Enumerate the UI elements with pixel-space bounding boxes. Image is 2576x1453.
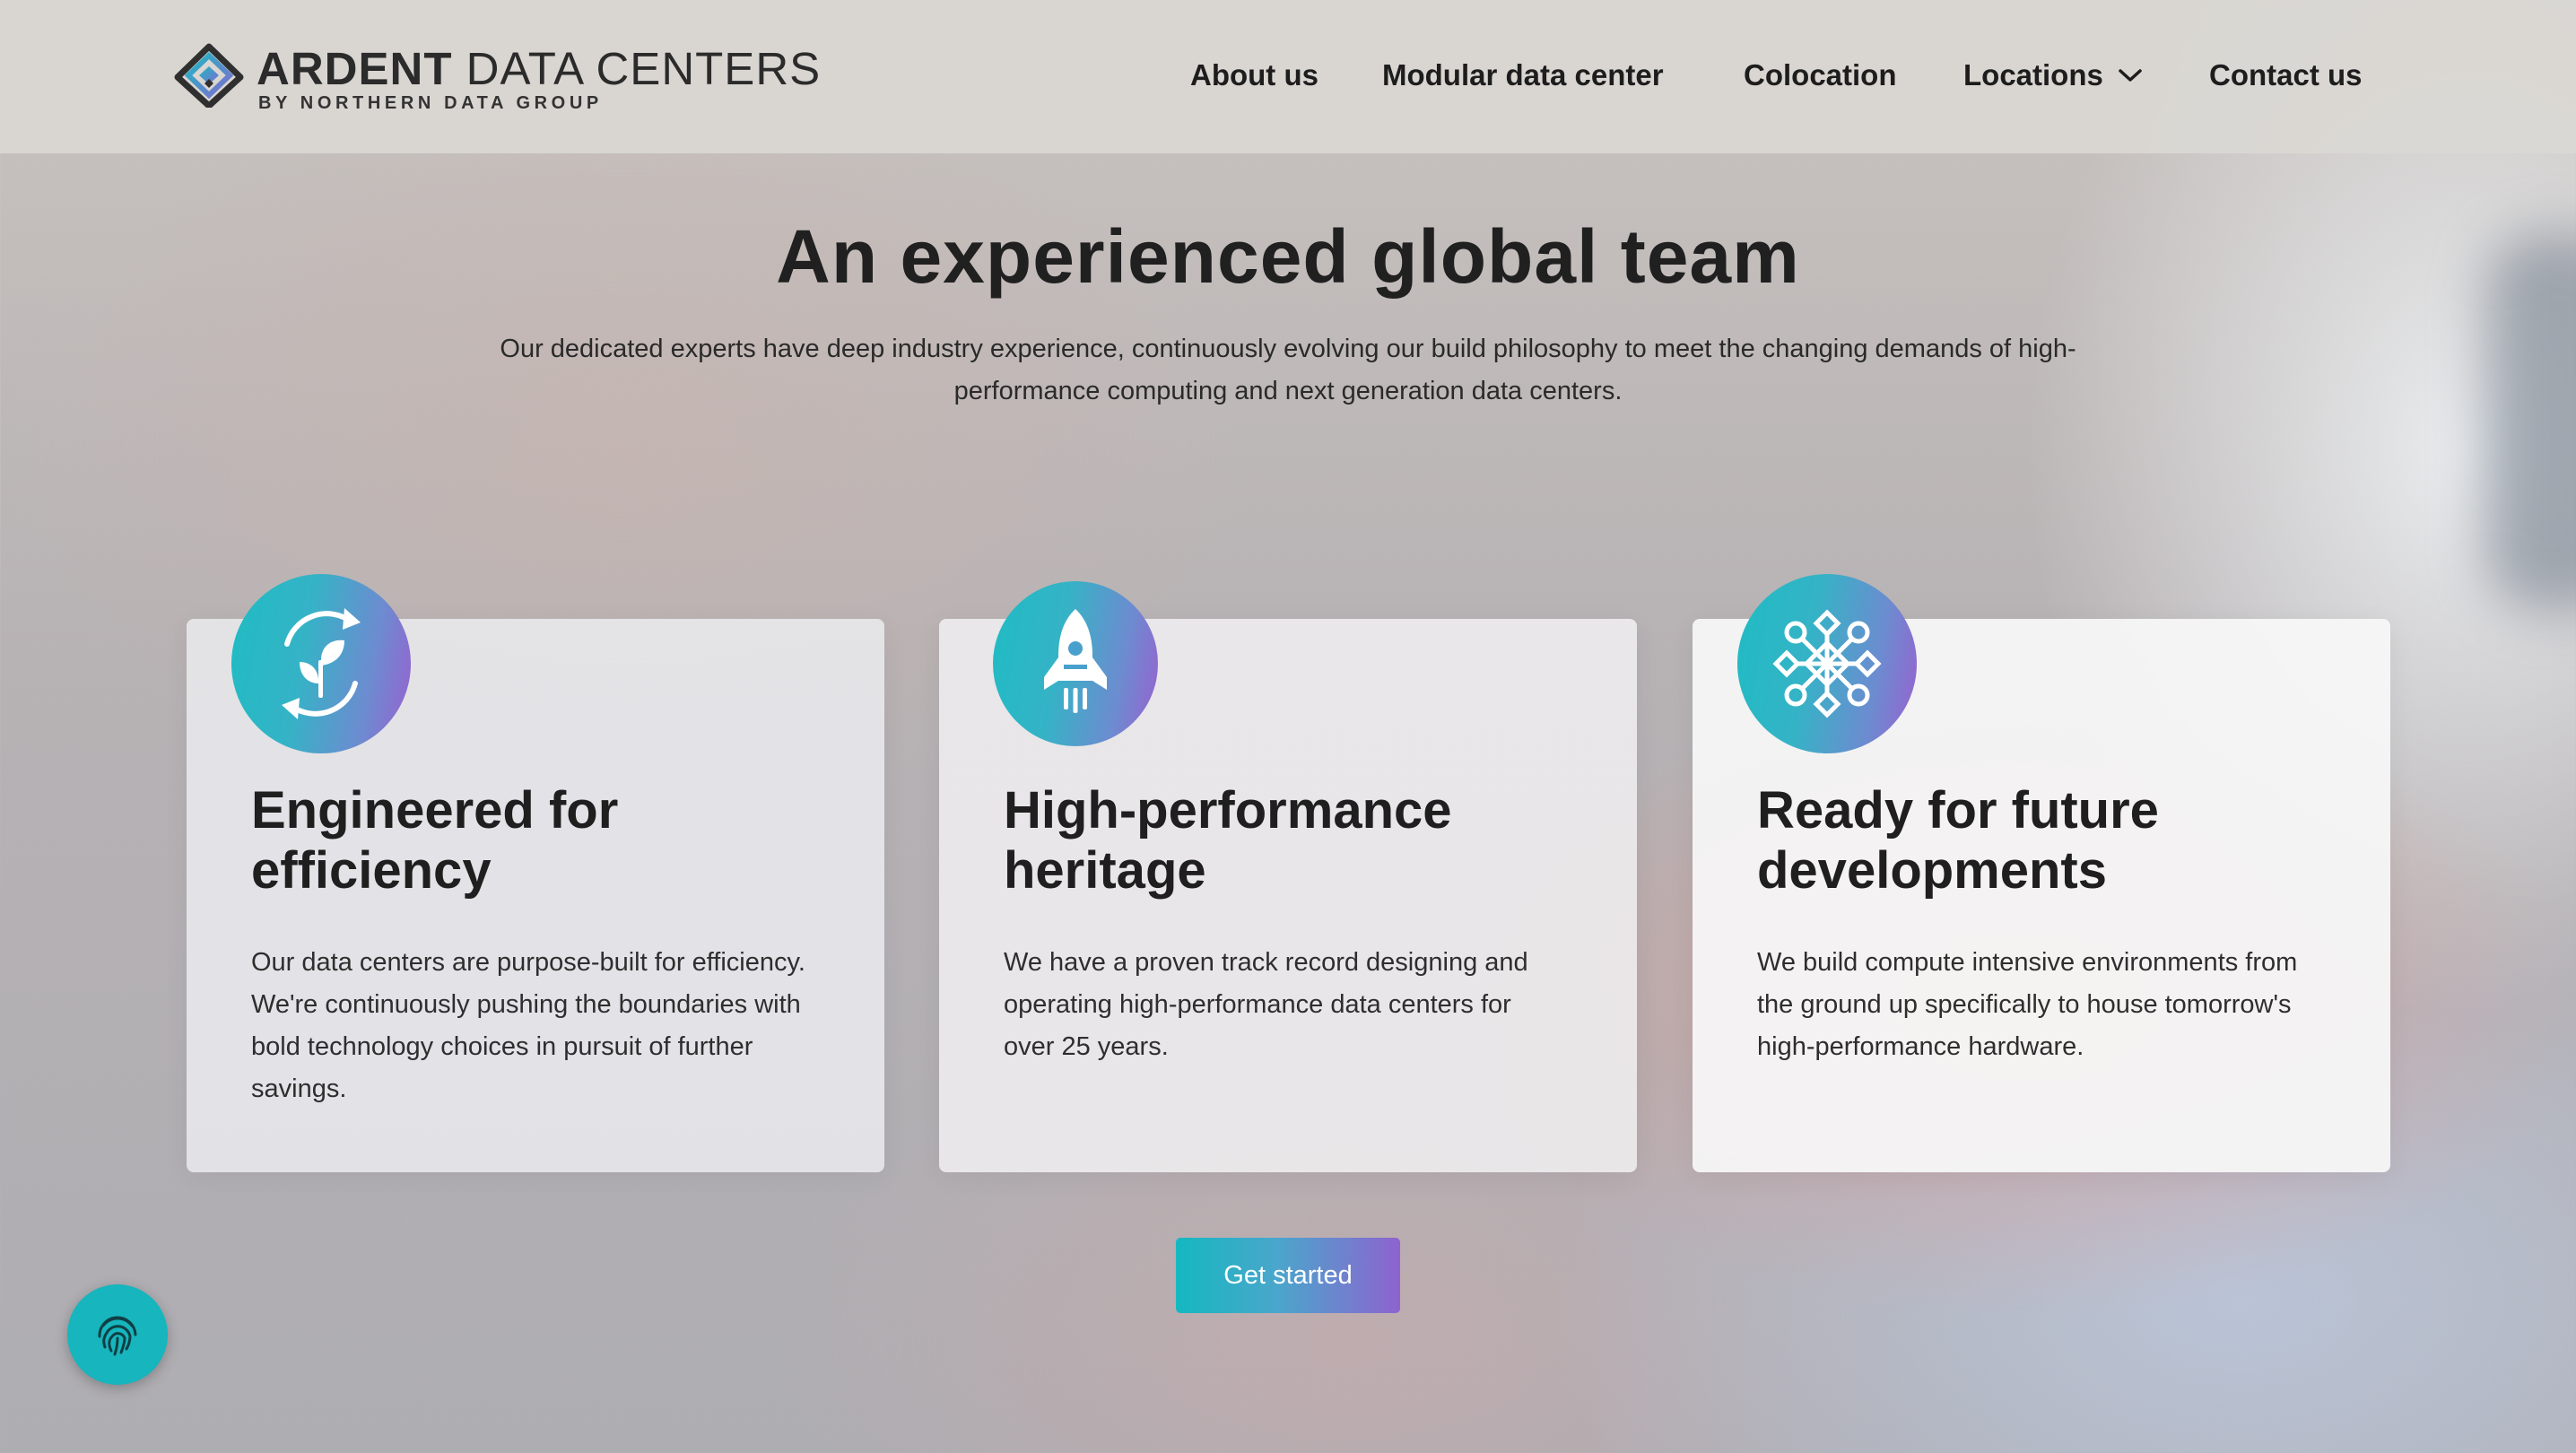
card-text: Our data centers are purpose-built for e… — [251, 948, 805, 1103]
logo-subtitle: BY NORTHERN DATA GROUP — [258, 93, 603, 113]
nav-about-us[interactable]: About us — [1190, 56, 1318, 95]
site-logo[interactable]: ARDENT DATA CENTERS BY NORTHERN DATA GRO… — [174, 43, 838, 113]
privacy-settings-button[interactable] — [67, 1284, 168, 1385]
rocket-icon — [993, 581, 1158, 746]
feature-card-future: Ready for future developments We build c… — [1693, 574, 2390, 1172]
site-header: ARDENT DATA CENTERS BY NORTHERN DATA GRO… — [0, 0, 2576, 153]
chevron-down-icon — [2119, 69, 2142, 83]
nav-colocation[interactable]: Colocation — [1744, 56, 1897, 95]
ardent-logo-icon — [174, 43, 244, 108]
card-title: Ready for future developments — [1757, 781, 2159, 900]
page-title: An experienced global team — [776, 214, 1800, 299]
fingerprint-icon — [98, 1316, 137, 1356]
card-text: We build compute intensive environments … — [1757, 948, 2298, 1061]
feature-card-efficiency: Engineered for efficiency Our data cente… — [187, 574, 884, 1172]
card-title: High-performance heritage — [1004, 781, 1452, 900]
leaf-recycle-icon — [231, 574, 411, 753]
nav-locations-label: Locations — [1963, 58, 2103, 91]
nav-contact-us[interactable]: Contact us — [2209, 56, 2363, 95]
logo-title: ARDENT DATA CENTERS — [257, 43, 822, 94]
nav-modular-data-center[interactable]: Modular data center — [1382, 56, 1664, 95]
network-pattern-icon — [1737, 574, 1917, 753]
card-title: Engineered for efficiency — [251, 781, 619, 900]
hero-description: Our dedicated experts have deep industry… — [500, 335, 2076, 405]
feature-card-heritage: High-performance heritage We have a prov… — [939, 581, 1637, 1172]
get-started-button[interactable]: Get started — [1176, 1238, 1400, 1313]
nav-locations[interactable]: Locations — [1963, 56, 2143, 95]
card-text: We have a proven track record designing … — [1004, 948, 1528, 1061]
